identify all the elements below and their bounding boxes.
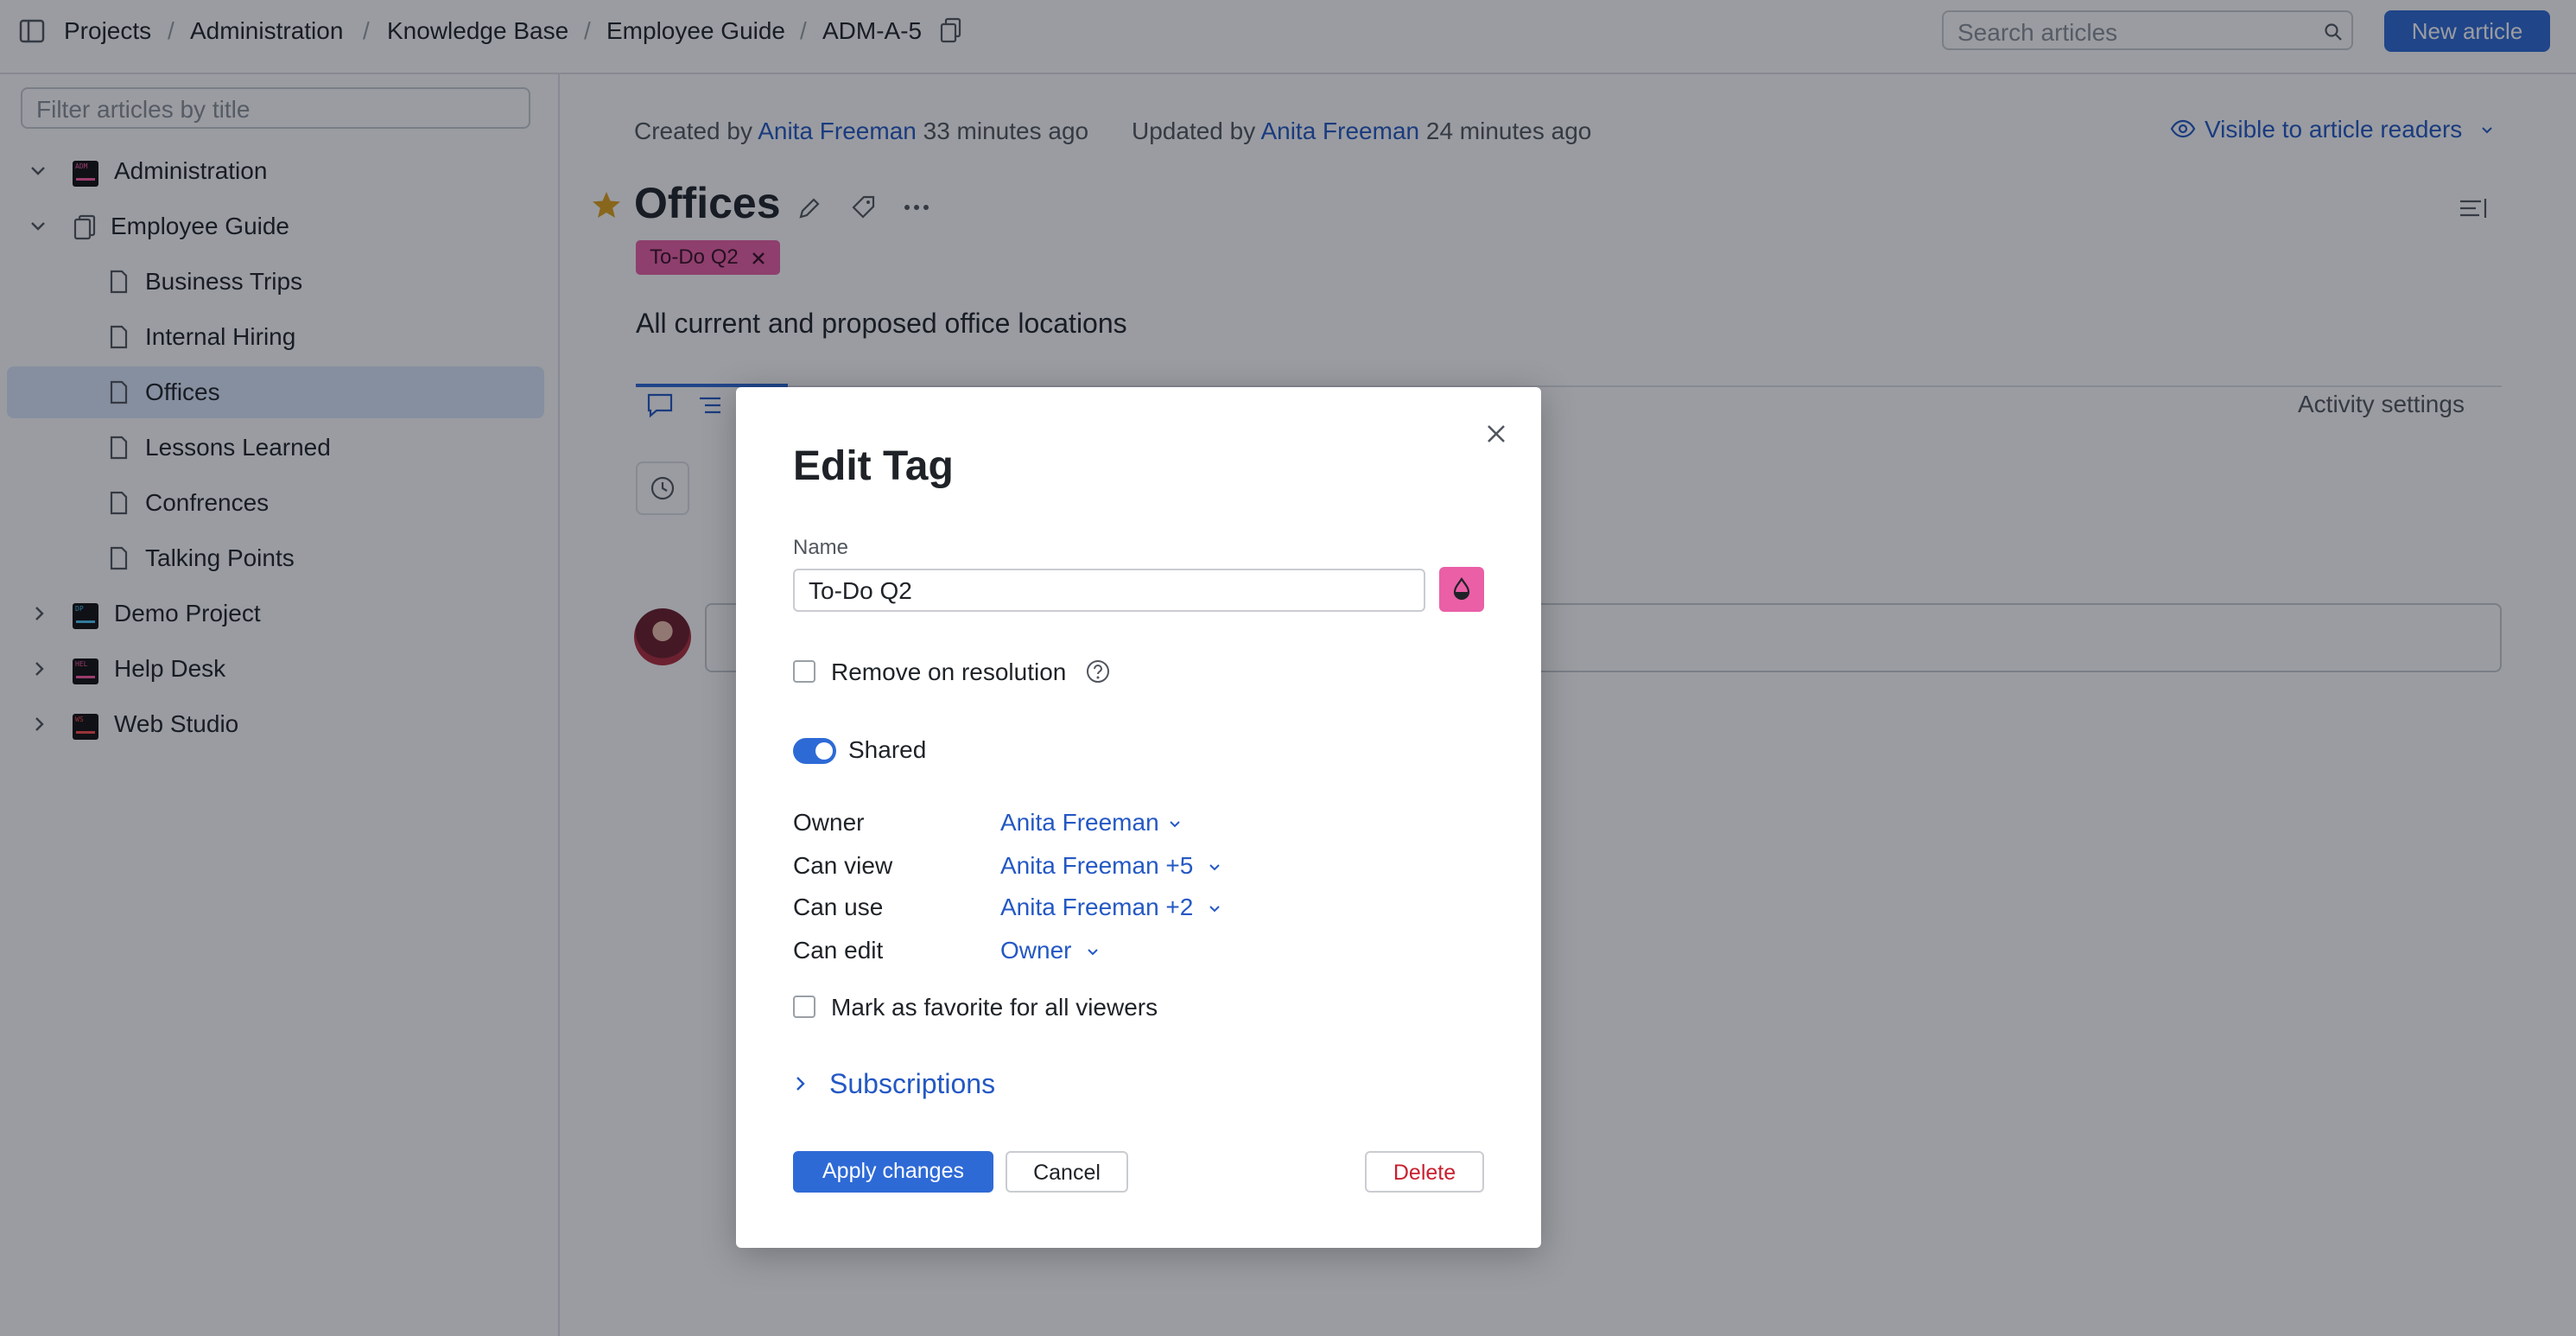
subscriptions-label[interactable]: Subscriptions xyxy=(829,1068,995,1100)
delete-button[interactable]: Delete xyxy=(1365,1151,1484,1193)
cancel-button[interactable]: Cancel xyxy=(1006,1151,1128,1193)
can-view-label: Can view xyxy=(793,852,893,879)
chevron-down-icon xyxy=(1209,863,1221,872)
apply-changes-button[interactable]: Apply changes xyxy=(793,1151,993,1193)
chevron-down-icon xyxy=(1169,820,1181,829)
remove-on-resolution-label: Remove on resolution xyxy=(831,658,1067,685)
can-use-label: Can use xyxy=(793,894,884,920)
tag-name-value: To-Do Q2 xyxy=(809,577,912,604)
favorite-for-all-label: Mark as favorite for all viewers xyxy=(831,994,1158,1021)
chevron-right-icon xyxy=(795,1075,807,1092)
chevron-down-icon xyxy=(1087,948,1099,957)
can-view-value: Anita Freeman +5 xyxy=(1000,852,1194,879)
owner-dropdown[interactable]: Anita Freeman xyxy=(1000,809,1181,837)
tag-color-button[interactable] xyxy=(1439,567,1484,612)
chevron-down-icon xyxy=(1209,905,1221,913)
owner-label: Owner xyxy=(793,809,865,836)
favorite-for-all-checkbox[interactable] xyxy=(793,996,815,1018)
shared-toggle[interactable] xyxy=(793,738,836,764)
can-edit-value: Owner xyxy=(1000,937,1072,964)
remove-on-resolution-checkbox[interactable] xyxy=(793,660,815,683)
name-label: Name xyxy=(793,536,849,559)
tag-name-input[interactable]: To-Do Q2 xyxy=(793,569,1425,612)
can-use-value: Anita Freeman +2 xyxy=(1000,894,1194,920)
shared-label: Shared xyxy=(848,736,927,763)
dialog-title: Edit Tag xyxy=(793,443,954,489)
edit-tag-dialog: Edit Tag Name To-Do Q2 Remove on resolut… xyxy=(736,387,1541,1248)
owner-value: Anita Freeman xyxy=(1000,809,1159,836)
can-view-dropdown[interactable]: Anita Freeman +5 xyxy=(1000,852,1221,880)
can-use-dropdown[interactable]: Anita Freeman +2 xyxy=(1000,894,1221,921)
close-icon[interactable] xyxy=(1481,418,1512,449)
color-drop-icon xyxy=(1451,577,1472,601)
help-icon[interactable] xyxy=(1085,658,1111,684)
can-edit-dropdown[interactable]: Owner xyxy=(1000,937,1099,964)
can-edit-label: Can edit xyxy=(793,937,884,964)
